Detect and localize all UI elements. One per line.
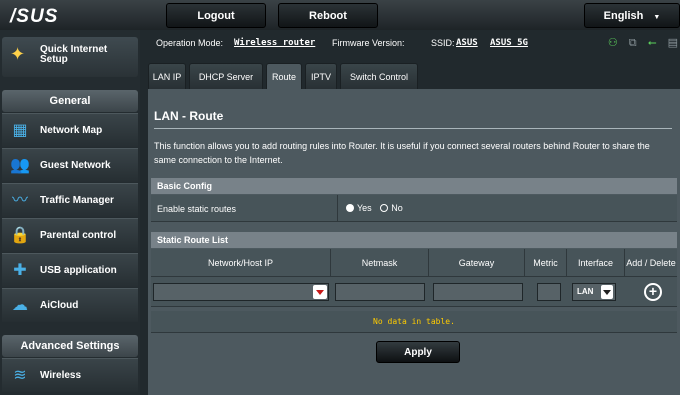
quick-internet-setup-button[interactable]: ✦ Quick Internet Setup [2,37,138,77]
asus-logo: /SUS [10,6,59,27]
tab-switch-control[interactable]: Switch Control [340,63,418,89]
sidebar-item-wireless[interactable]: ≋ Wireless [2,358,138,392]
general-section-header: General [2,90,138,112]
parental-control-icon: 🔒 [10,227,30,244]
column-interface: Interface [567,249,625,277]
netmask-input[interactable] [335,283,425,301]
copy-icon[interactable]: ⧉ [629,37,637,49]
radio-yes[interactable] [346,204,354,212]
wireless-icon: ≋ [13,367,27,384]
magic-wand-icon: ✦ [10,44,26,64]
sidebar-item-label: Parental control [40,230,117,241]
content-panel: LAN - Route This function allows you to … [148,89,680,395]
main-panel: Operation Mode: Wireless router Firmware… [148,30,680,395]
ssid-label: SSID: [431,38,455,48]
guest-network-icon: 👥 [10,157,30,174]
tab-iptv[interactable]: IPTV [305,63,337,89]
language-label: English [603,10,644,22]
chevron-down-icon[interactable] [601,285,613,299]
traffic-manager-icon: 〰 [11,192,28,209]
interface-select[interactable]: LAN [572,283,616,301]
sidebar-item-label: Traffic Manager [40,195,114,206]
column-network-host-ip: Network/Host IP [151,249,331,277]
interface-value: LAN [577,287,594,296]
firmware-label: Firmware Version: [332,38,405,48]
qis-label: Quick Internet Setup [40,44,108,65]
client-status-icon[interactable]: ⚇ [608,37,618,49]
sidebar-item-label: Network Map [40,125,103,136]
static-routes-row: Enable static routes Yes No [151,195,677,222]
top-bar: /SUS Logout Reboot English ▼ [0,0,680,30]
sidebar-item-label: USB application [40,265,117,276]
operation-mode-label: Operation Mode: [156,38,224,48]
row-divider [337,195,338,222]
sidebar-item-traffic-manager[interactable]: 〰 Traffic Manager [2,183,138,217]
static-routes-label: Enable static routes [157,204,237,214]
route-input-row: LAN + [151,277,677,307]
title-divider [154,128,672,129]
reboot-button[interactable]: Reboot [278,3,378,28]
radio-yes-label[interactable]: Yes [357,203,372,213]
network-host-ip-input[interactable] [153,283,329,301]
radio-no-label[interactable]: No [391,203,403,213]
sidebar-item-label: Guest Network [40,160,111,171]
operation-mode-link[interactable]: Wireless router [234,38,315,48]
printer-icon[interactable]: ▤ [668,37,678,49]
route-table-header-row: Network/Host IP Netmask Gateway Metric I… [151,249,677,277]
sidebar-item-parental-control[interactable]: 🔒 Parental control [2,218,138,252]
sidebar-item-label: Wireless [40,370,82,381]
tab-lan-ip[interactable]: LAN IP [148,63,186,89]
ssid-2g-link[interactable]: ASUS [456,38,478,48]
network-map-icon: ▦ [12,122,28,139]
chevron-down-icon[interactable] [313,285,327,299]
aicloud-icon: ☁ [12,297,28,314]
sidebar-item-label: AiCloud [40,300,79,311]
page-title: LAN - Route [154,109,224,123]
gateway-input[interactable] [433,283,523,301]
add-route-button[interactable]: + [644,283,662,301]
page-description: This function allows you to add routing … [154,141,650,165]
column-metric: Metric [525,249,567,277]
sidebar-item-guest-network[interactable]: 👥 Guest Network [2,148,138,182]
chevron-down-icon: ▼ [653,14,661,21]
empty-table-message: No data in table. [151,311,677,333]
logout-button[interactable]: Logout [166,3,266,28]
language-dropdown[interactable]: English ▼ [584,3,680,28]
usb-status-icon[interactable]: ⭠ [648,37,657,49]
sidebar-item-usb-application[interactable]: ✚ USB application [2,253,138,287]
advanced-settings-header: Advanced Settings [2,335,138,357]
sidebar: ✦ Quick Internet Setup General ▦ Network… [0,30,140,395]
sidebar-item-aicloud[interactable]: ☁ AiCloud [2,288,138,322]
sidebar-item-network-map[interactable]: ▦ Network Map [2,113,138,147]
static-routes-radio-group: Yes No [346,203,403,213]
column-netmask: Netmask [331,249,429,277]
radio-no[interactable] [380,204,389,212]
status-icons: ⚇ ⧉ ⭠ ▤ [600,36,678,50]
usb-application-icon: ✚ [13,262,27,279]
tab-dhcp-server[interactable]: DHCP Server [189,63,263,89]
column-gateway: Gateway [429,249,525,277]
column-add-delete: Add / Delete [626,258,676,268]
ssid-5g-link[interactable]: ASUS_5G [490,38,528,48]
tab-route[interactable]: Route [266,63,302,92]
static-route-list-header: Static Route List [151,232,677,248]
basic-config-header: Basic Config [151,178,677,194]
status-bar: Operation Mode: Wireless router Firmware… [148,30,680,58]
metric-input[interactable] [537,283,561,301]
apply-button[interactable]: Apply [376,341,460,363]
